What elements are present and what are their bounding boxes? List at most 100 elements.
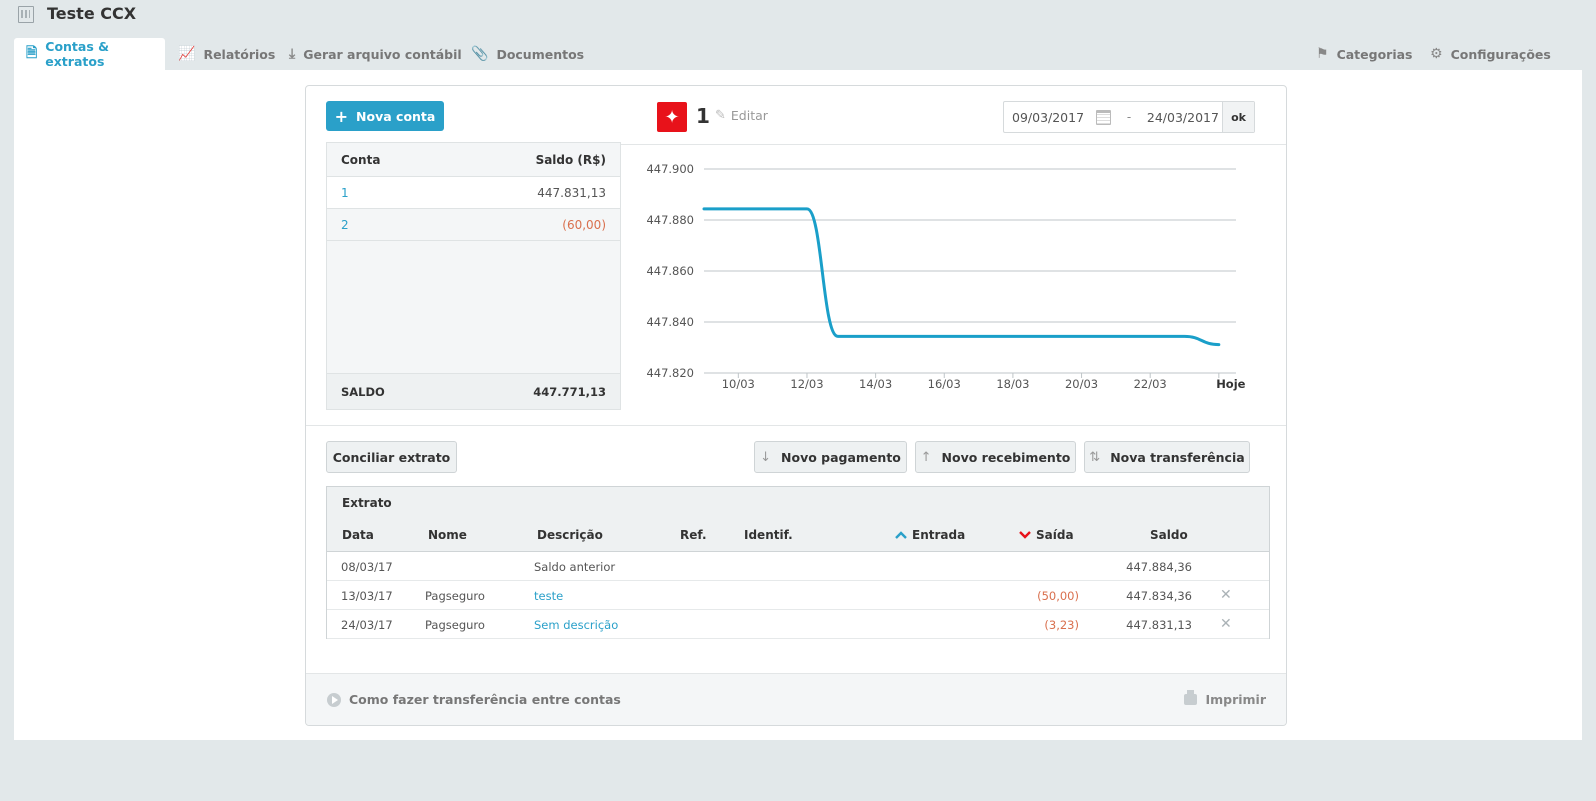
tab-categorias[interactable]: ⚑ Categorias bbox=[1304, 38, 1424, 70]
printer-icon bbox=[1184, 690, 1198, 705]
date-separator: - bbox=[1126, 110, 1132, 124]
delete-icon[interactable]: ✕ bbox=[1220, 587, 1232, 603]
row-description-link[interactable]: Sem descrição bbox=[534, 618, 618, 632]
row-date: 24/03/17 bbox=[341, 618, 393, 632]
x-tick-label: 12/03 bbox=[790, 377, 823, 391]
col-entrada-label: Entrada bbox=[912, 528, 966, 542]
print-link[interactable]: Imprimir bbox=[1184, 690, 1266, 707]
col-saida[interactable]: Saída bbox=[1019, 528, 1074, 542]
statement-header: Extrato Data Nome Descrição Ref. Identif… bbox=[327, 487, 1269, 552]
gear-icon: ⚙ bbox=[1430, 46, 1443, 62]
row-out: (3,23) bbox=[1044, 618, 1079, 632]
plus-icon: + bbox=[334, 106, 349, 126]
row-date: 08/03/17 bbox=[341, 560, 393, 574]
date-range-picker: 09/03/2017 - 24/03/2017 ok bbox=[1003, 101, 1255, 133]
account-row[interactable]: 2 (60,00) bbox=[327, 209, 620, 241]
account-balance: (60,00) bbox=[562, 217, 606, 232]
tab-label: Categorias bbox=[1336, 46, 1413, 62]
tab-documentos[interactable]: 📎 Documentos bbox=[459, 38, 596, 70]
col-saldo: Saldo bbox=[1150, 528, 1188, 542]
building-icon bbox=[18, 6, 34, 23]
play-icon bbox=[327, 692, 341, 707]
edit-account-link[interactable]: ✎ Editar bbox=[715, 108, 768, 123]
chevron-down-icon bbox=[1019, 531, 1031, 539]
row-description: Saldo anterior bbox=[534, 560, 616, 574]
divider bbox=[621, 144, 1286, 145]
total-label: SALDO bbox=[341, 384, 385, 399]
account-name[interactable]: 2 bbox=[341, 218, 349, 232]
reconcile-label: Conciliar extrato bbox=[332, 449, 451, 465]
statement-row[interactable]: 24/03/17 Pagseguro Sem descrição (3,23) … bbox=[327, 610, 1269, 639]
date-from-value: 09/03/2017 bbox=[1012, 109, 1085, 125]
delete-icon[interactable]: ✕ bbox=[1220, 616, 1232, 632]
new-transfer-button[interactable]: ⇅ Nova transferência bbox=[1084, 441, 1250, 473]
balance-series-line bbox=[702, 207, 1221, 347]
tab-contas-extratos[interactable]: 🗎 Contas & extratos bbox=[14, 38, 165, 70]
arrow-up-icon: ↑ bbox=[920, 449, 932, 465]
tab-relatorios[interactable]: 📈 Relatórios bbox=[166, 38, 287, 70]
main-tabs: 🗎 Contas & extratos 📈 Relatórios ⤓ Gerar… bbox=[14, 38, 1582, 70]
new-account-button[interactable]: + Nova conta bbox=[326, 101, 444, 131]
statement-row[interactable]: 08/03/17 Saldo anterior 447.884,36 bbox=[327, 552, 1269, 581]
col-ref: Ref. bbox=[680, 528, 707, 542]
tab-label: Contas & extratos bbox=[45, 39, 110, 69]
x-tick-label: 18/03 bbox=[996, 377, 1029, 391]
paperclip-icon: 📎 bbox=[471, 46, 489, 62]
new-payment-label: Novo pagamento bbox=[781, 449, 901, 465]
new-payment-button[interactable]: ↓ Novo pagamento bbox=[754, 441, 907, 473]
row-description-link[interactable]: teste bbox=[534, 589, 563, 603]
row-name: Pagseguro bbox=[425, 589, 485, 603]
panel-footer: Como fazer transferência entre contas Im… bbox=[306, 673, 1286, 725]
total-value: 447.771,13 bbox=[533, 384, 606, 399]
col-identif: Identif. bbox=[744, 528, 793, 542]
app-title: Teste CCX bbox=[47, 4, 137, 23]
y-tick-label: 447.860 bbox=[646, 264, 694, 278]
tab-label: Documentos bbox=[496, 46, 585, 62]
account-panel: + Nova conta ✦ 1 ✎ Editar 09/03/2017 - 2… bbox=[305, 85, 1287, 726]
print-label: Imprimir bbox=[1205, 692, 1266, 707]
statement-title: Extrato bbox=[342, 496, 392, 510]
x-tick-label: 20/03 bbox=[1065, 377, 1098, 391]
statement-table: Extrato Data Nome Descrição Ref. Identif… bbox=[326, 486, 1270, 639]
y-tick-label: 447.840 bbox=[646, 315, 694, 329]
help-transfer-link[interactable]: Como fazer transferência entre contas bbox=[327, 692, 621, 707]
y-tick-label: 447.900 bbox=[646, 162, 694, 176]
account-row[interactable]: 1 447.831,13 bbox=[327, 177, 620, 209]
x-tick-label: 14/03 bbox=[859, 377, 892, 391]
col-data: Data bbox=[342, 528, 374, 542]
x-tick-label: 16/03 bbox=[928, 377, 961, 391]
statement-row[interactable]: 13/03/17 Pagseguro teste (50,00) 447.834… bbox=[327, 581, 1269, 610]
tags-icon: ⚑ bbox=[1316, 46, 1329, 62]
date-to-value: 24/03/2017 bbox=[1146, 109, 1219, 125]
new-receipt-button[interactable]: ↑ Novo recebimento bbox=[915, 441, 1076, 473]
account-number: 1 bbox=[696, 104, 710, 128]
row-out: (50,00) bbox=[1037, 589, 1079, 603]
balance-chart: 447.900 447.880 447.860 447.840 447.820 10/03… bbox=[646, 162, 1245, 391]
account-name[interactable]: 1 bbox=[341, 186, 349, 200]
tab-label: Gerar arquivo contábil bbox=[303, 46, 462, 62]
col-saida-label: Saída bbox=[1036, 528, 1074, 542]
date-ok-button[interactable]: ok bbox=[1222, 102, 1254, 132]
new-receipt-label: Novo recebimento bbox=[941, 449, 1071, 465]
date-from-field[interactable]: 09/03/2017 bbox=[1004, 102, 1119, 132]
calendar-icon[interactable] bbox=[1096, 109, 1112, 125]
line-chart-icon: 📈 bbox=[178, 46, 196, 62]
new-account-label: Nova conta bbox=[356, 108, 436, 124]
accounts-table: Conta Saldo (R$) 1 447.831,13 2 (60,00) … bbox=[326, 142, 621, 410]
x-tick-label: 10/03 bbox=[722, 377, 755, 391]
col-entrada[interactable]: Entrada bbox=[895, 528, 965, 542]
accounts-total: SALDO 447.771,13 bbox=[327, 373, 620, 409]
new-transfer-label: Nova transferência bbox=[1110, 449, 1245, 465]
reconcile-button[interactable]: Conciliar extrato bbox=[326, 441, 457, 473]
accounts-header: Conta Saldo (R$) bbox=[327, 143, 620, 177]
row-name: Pagseguro bbox=[425, 618, 485, 632]
col-saldo: Saldo (R$) bbox=[535, 152, 606, 167]
tab-configuracoes[interactable]: ⚙ Configurações bbox=[1418, 38, 1563, 70]
divider bbox=[306, 425, 1286, 426]
top-bar: Teste CCX bbox=[0, 0, 1596, 30]
tab-gerar-arquivo[interactable]: ⤓ Gerar arquivo contábil bbox=[277, 38, 474, 70]
document-icon: 🗎 bbox=[26, 45, 38, 61]
row-balance: 447.834,36 bbox=[1126, 589, 1192, 603]
tab-label: Configurações bbox=[1450, 46, 1551, 62]
chevron-up-icon bbox=[895, 531, 907, 539]
